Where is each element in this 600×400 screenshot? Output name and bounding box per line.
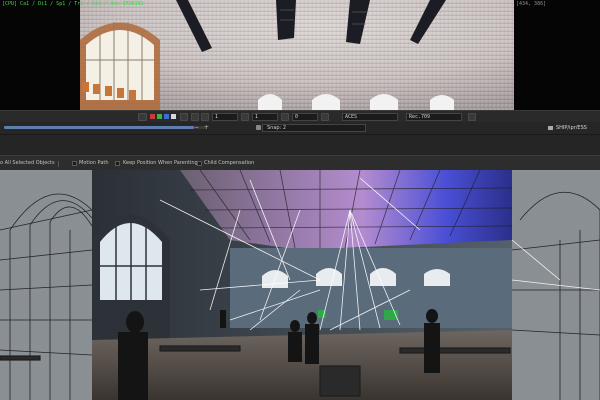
step-forward-button[interactable] bbox=[281, 113, 289, 121]
camera-icon[interactable] bbox=[256, 125, 261, 130]
frame-mid-field[interactable]: 1 bbox=[252, 113, 278, 121]
zoom-out-icon[interactable]: − bbox=[194, 125, 199, 131]
frame-start-field[interactable]: 1 bbox=[212, 113, 238, 121]
scene-path-label: SHIP/ipr/ESS bbox=[556, 125, 587, 131]
child-compensation-checkbox[interactable] bbox=[197, 161, 202, 166]
step-back-button[interactable] bbox=[241, 113, 249, 121]
selected-objects-option[interactable]: o All Selected Objects bbox=[0, 159, 55, 167]
separator bbox=[58, 161, 59, 167]
viewport-scene bbox=[0, 170, 600, 400]
time-slider[interactable] bbox=[4, 126, 194, 129]
panel-divider bbox=[0, 134, 600, 156]
manipulator-options-bar: o All Selected Objects Motion Path Keep … bbox=[0, 155, 600, 171]
red-channel-icon[interactable] bbox=[150, 114, 155, 119]
color-space-dropdown[interactable]: ACES bbox=[342, 113, 398, 121]
3d-viewport[interactable] bbox=[0, 170, 600, 400]
snap-field[interactable]: Snap: 2 bbox=[262, 124, 366, 132]
motion-path-checkbox[interactable] bbox=[72, 161, 77, 166]
motion-path-label: Motion Path bbox=[79, 160, 109, 166]
folder-icon bbox=[548, 126, 553, 130]
render-stats-readout: [CPU] Ca1 / Di1 / Sp1 / Tr1 / Sk1 / Unc-… bbox=[2, 1, 144, 7]
settings-button[interactable] bbox=[468, 113, 476, 121]
render-preview-image bbox=[80, 0, 514, 110]
lock-button[interactable] bbox=[321, 113, 329, 121]
render-viewer: [CPU] Ca1 / Di1 / Sp1 / Tr1 / Sk1 / Unc-… bbox=[0, 0, 600, 110]
keep-position-label: Keep Position When Parenting bbox=[123, 160, 198, 166]
resolution-readout: [434, 386] bbox=[516, 1, 547, 7]
keep-position-checkbox[interactable] bbox=[115, 161, 120, 166]
timeline-row: − + Snap: 2 SHIP/ipr/ESS bbox=[0, 122, 600, 134]
child-compensation-label: Child Compensation bbox=[204, 160, 255, 166]
frame-step-field[interactable]: 0 bbox=[292, 113, 318, 121]
display-mode-button[interactable] bbox=[138, 113, 147, 121]
display-transform-dropdown[interactable]: Rec.709 bbox=[406, 113, 462, 121]
zoom-in-icon[interactable]: + bbox=[204, 125, 209, 131]
alpha-channel-icon[interactable] bbox=[171, 114, 176, 119]
blue-channel-icon[interactable] bbox=[164, 114, 169, 119]
minus-button[interactable] bbox=[191, 113, 199, 121]
plus-button[interactable] bbox=[201, 113, 209, 121]
green-channel-icon[interactable] bbox=[157, 114, 162, 119]
region-button[interactable] bbox=[180, 113, 188, 121]
